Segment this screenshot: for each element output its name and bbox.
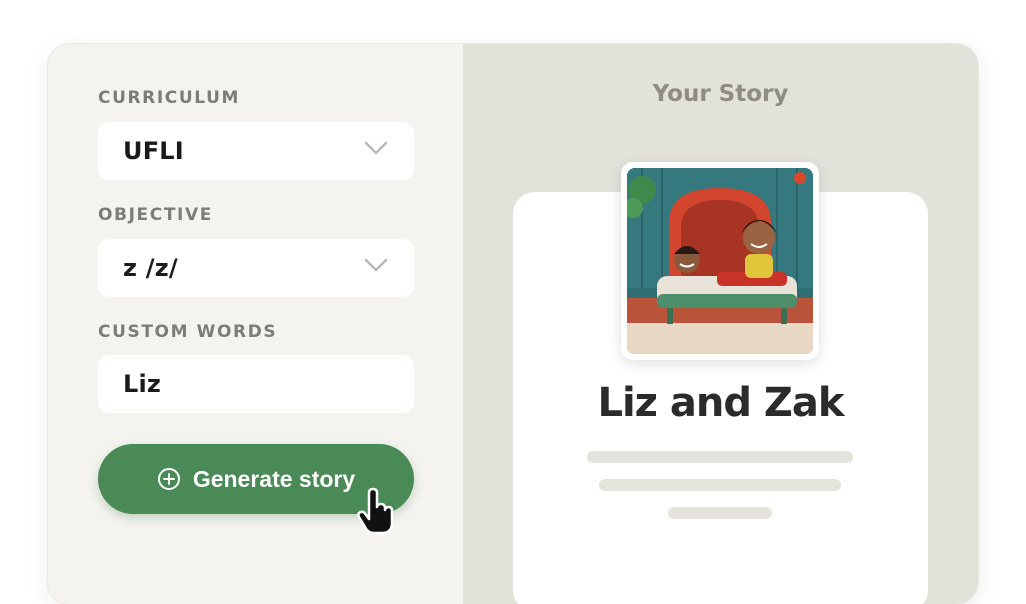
story-title: Liz and Zak xyxy=(597,380,844,426)
placeholder-text-line xyxy=(668,507,772,519)
story-form-panel: CURRICULUM UFLI OBJECTIVE z /z/ CUSTOM W… xyxy=(48,44,463,604)
curriculum-selected-value: UFLI xyxy=(123,137,184,165)
story-illustration xyxy=(627,168,813,354)
custom-words-label: CUSTOM WORDS xyxy=(98,322,278,342)
custom-words-input[interactable]: Liz xyxy=(98,355,414,413)
hand-pointer-icon xyxy=(357,487,394,535)
custom-words-value: Liz xyxy=(123,370,162,398)
objective-label: OBJECTIVE xyxy=(98,205,213,225)
objective-select[interactable]: z /z/ xyxy=(98,239,414,297)
placeholder-text-line xyxy=(587,451,853,463)
placeholder-text-line xyxy=(599,479,841,491)
story-panel-header: Your Story xyxy=(652,81,789,107)
plus-circle-icon xyxy=(157,468,180,490)
chevron-down-icon xyxy=(364,141,388,155)
story-preview-panel: Your Story Liz and Zak xyxy=(463,44,978,604)
generate-story-label: Generate story xyxy=(192,465,356,492)
chevron-down-icon xyxy=(364,258,388,272)
story-image-frame xyxy=(621,162,819,360)
curriculum-select[interactable]: UFLI xyxy=(98,122,414,180)
objective-selected-value: z /z/ xyxy=(123,254,178,282)
curriculum-label: CURRICULUM xyxy=(98,88,241,108)
story-generator-card: CURRICULUM UFLI OBJECTIVE z /z/ CUSTOM W… xyxy=(48,44,978,604)
